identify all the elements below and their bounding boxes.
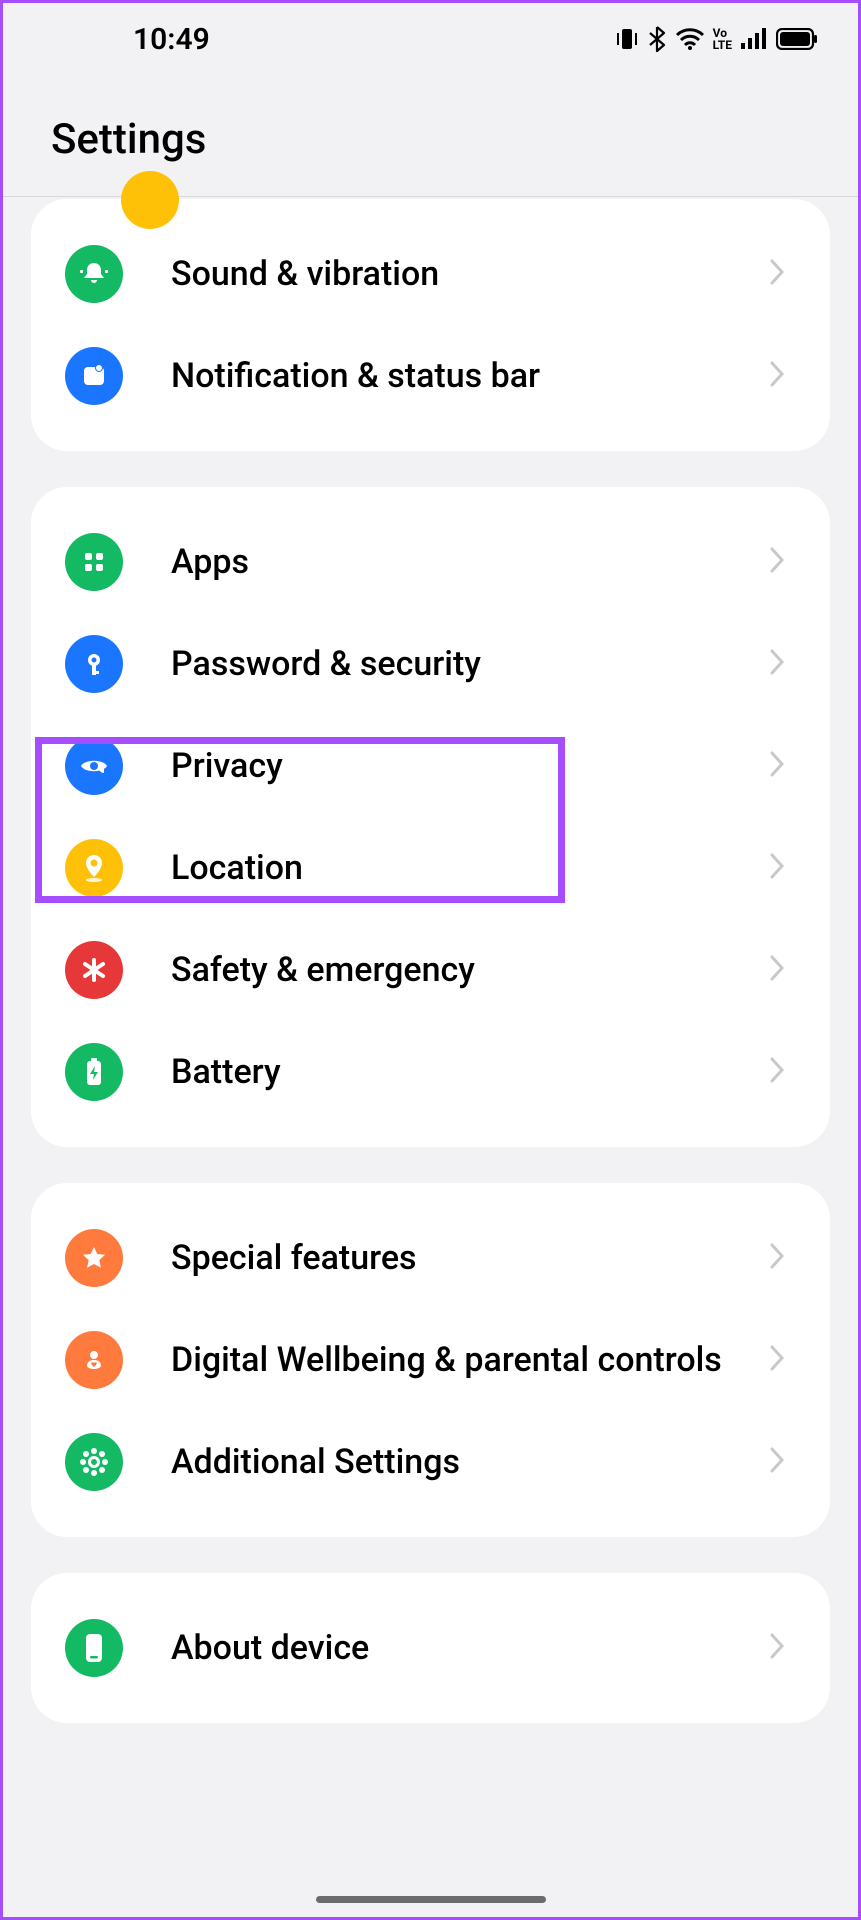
settings-group-1: Sound & vibration Notification & status … — [31, 199, 830, 451]
volte-icon: VoLTE — [713, 27, 732, 51]
home-indicator[interactable] — [316, 1896, 546, 1903]
eye-icon — [65, 737, 123, 795]
bluetooth-icon — [647, 25, 667, 53]
pin-icon — [65, 839, 123, 897]
chevron-right-icon — [768, 851, 796, 885]
row-apps[interactable]: Apps — [31, 511, 830, 613]
heart-icon — [65, 1331, 123, 1389]
row-privacy[interactable]: Privacy — [31, 715, 830, 817]
chevron-right-icon — [768, 359, 796, 393]
battery-icon — [776, 28, 818, 50]
row-label: Digital Wellbeing & parental controls — [171, 1339, 768, 1382]
row-label: Additional Settings — [171, 1441, 768, 1484]
row-notification-status-bar[interactable]: Notification & status bar — [31, 325, 830, 427]
row-password-security[interactable]: Password & security — [31, 613, 830, 715]
settings-group-3: Special features Digital Wellbeing & par… — [31, 1183, 830, 1537]
chevron-right-icon — [768, 1445, 796, 1479]
settings-scroll[interactable]: Sound & vibration Notification & status … — [3, 207, 858, 1917]
row-label: Location — [171, 847, 768, 890]
chevron-right-icon — [768, 257, 796, 291]
row-battery[interactable]: Battery — [31, 1021, 830, 1123]
row-label: Safety & emergency — [171, 949, 768, 992]
row-label: About device — [171, 1627, 768, 1670]
row-safety-emergency[interactable]: Safety & emergency — [31, 919, 830, 1021]
chevron-right-icon — [768, 1631, 796, 1665]
page-title: Settings — [51, 115, 858, 164]
chevron-right-icon — [768, 647, 796, 681]
status-time: 10:49 — [133, 22, 210, 57]
row-label: Password & security — [171, 643, 768, 686]
row-label: Special features — [171, 1237, 768, 1280]
screenshot-frame: 10:49 VoLTE — [0, 0, 861, 1920]
asterisk-icon — [65, 941, 123, 999]
row-about-device[interactable]: About device — [31, 1597, 830, 1699]
row-additional-settings[interactable]: Additional Settings — [31, 1411, 830, 1513]
settings-group-2: Apps Password & security — [31, 487, 830, 1147]
star-icon — [65, 1229, 123, 1287]
chevron-right-icon — [768, 1055, 796, 1089]
chevron-right-icon — [768, 545, 796, 579]
partial-row-icon — [121, 171, 179, 229]
row-label: Sound & vibration — [171, 253, 768, 296]
chevron-right-icon — [768, 1343, 796, 1377]
row-digital-wellbeing[interactable]: Digital Wellbeing & parental controls — [31, 1309, 830, 1411]
row-label: Apps — [171, 541, 768, 584]
panel-icon — [65, 347, 123, 405]
row-label: Privacy — [171, 745, 768, 788]
row-location[interactable]: Location — [31, 817, 830, 919]
gear-flower-icon — [65, 1433, 123, 1491]
chevron-right-icon — [768, 749, 796, 783]
grid-icon — [65, 533, 123, 591]
row-sound-vibration[interactable]: Sound & vibration — [31, 223, 830, 325]
key-icon — [65, 635, 123, 693]
chevron-right-icon — [768, 953, 796, 987]
row-special-features[interactable]: Special features — [31, 1207, 830, 1309]
chevron-right-icon — [768, 1241, 796, 1275]
settings-group-4: About device — [31, 1573, 830, 1723]
status-icons: VoLTE — [615, 25, 818, 53]
signal-icon — [740, 27, 768, 51]
status-bar: 10:49 VoLTE — [3, 3, 858, 75]
vibrate-icon — [615, 26, 639, 52]
phone-icon — [65, 1619, 123, 1677]
phone-viewport: 10:49 VoLTE — [3, 3, 858, 1917]
bell-icon — [65, 245, 123, 303]
row-label: Notification & status bar — [171, 355, 768, 398]
battery-item-icon — [65, 1043, 123, 1101]
wifi-icon — [675, 27, 705, 51]
row-label: Battery — [171, 1051, 768, 1094]
